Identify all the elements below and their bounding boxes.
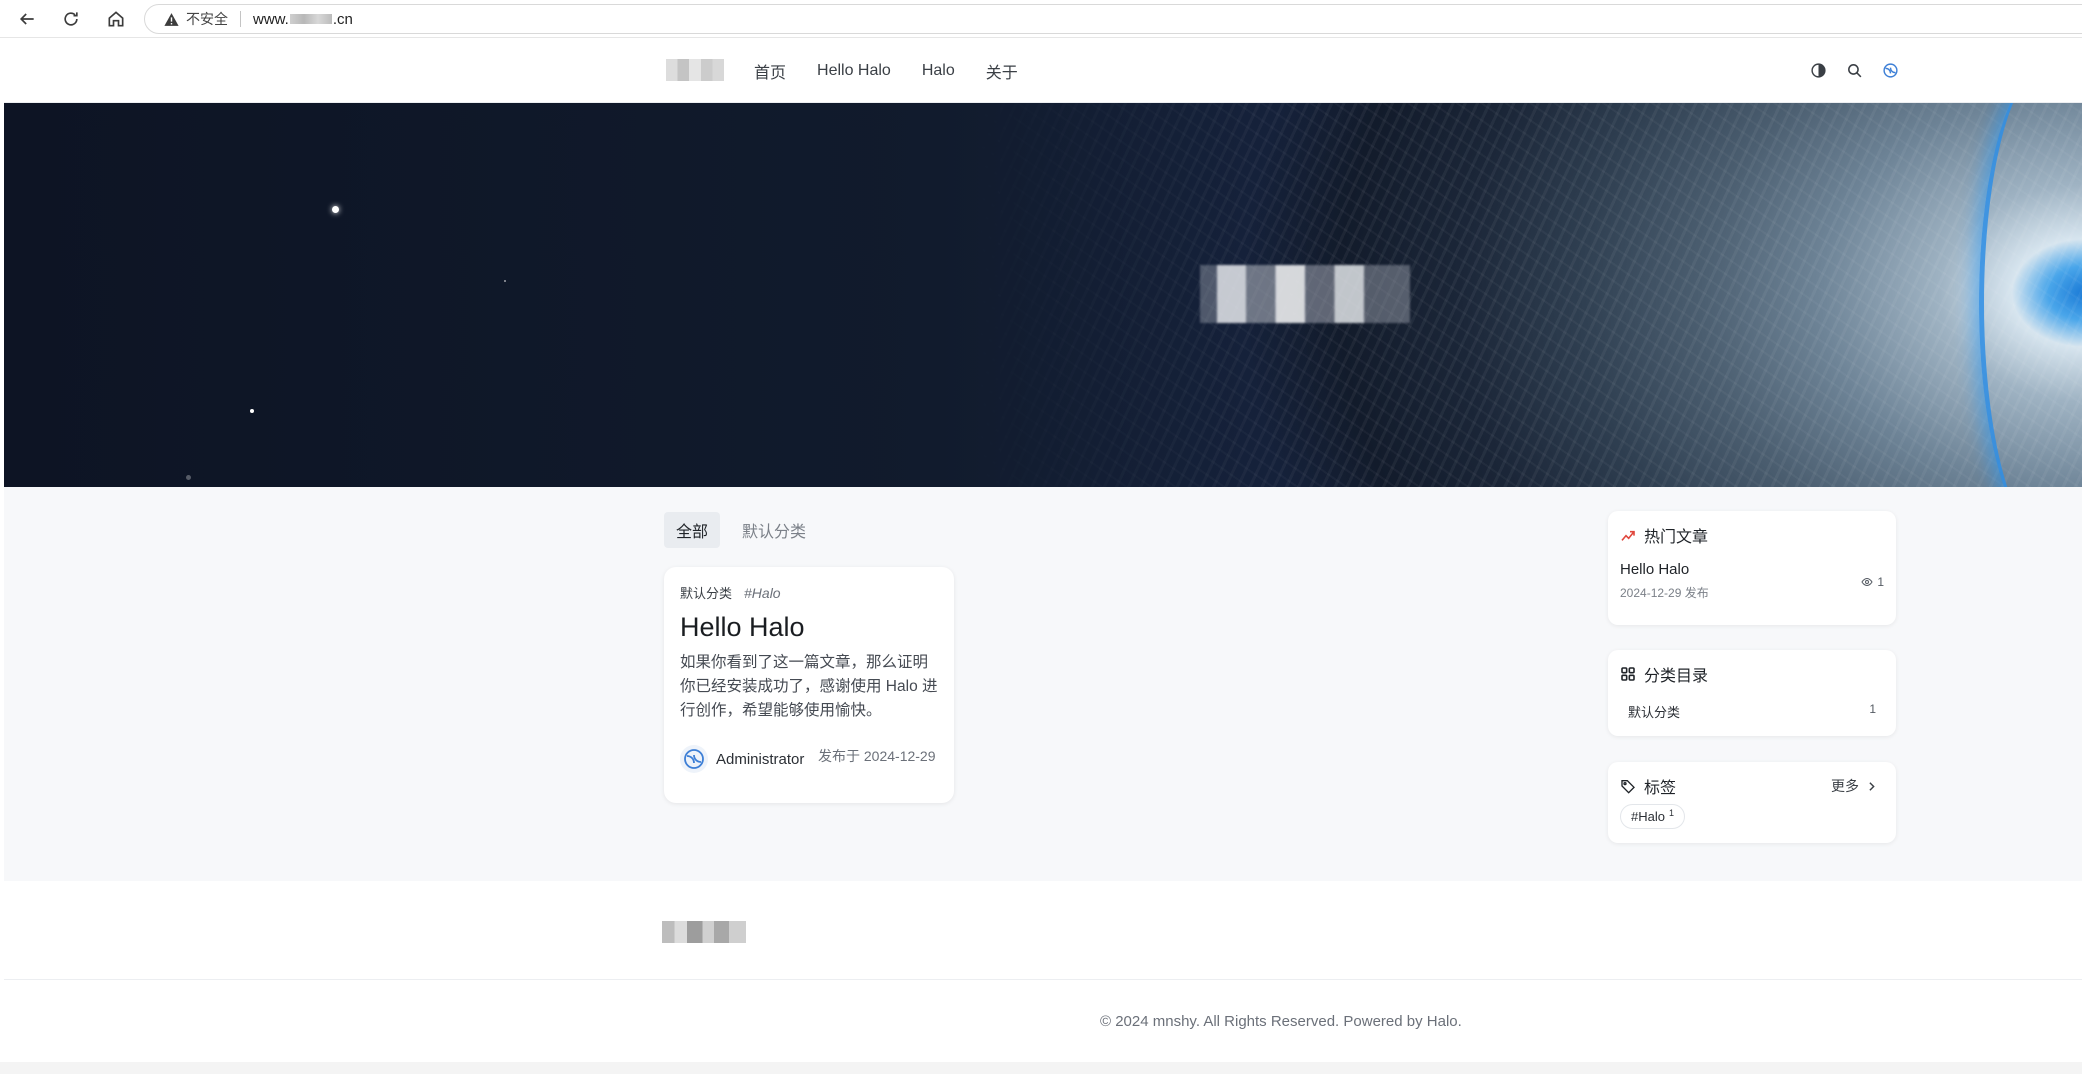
user-button[interactable] xyxy=(1880,59,1900,81)
post-category[interactable]: 默认分类 xyxy=(680,583,732,602)
search-button[interactable] xyxy=(1844,59,1864,81)
tag-chip[interactable]: #Halo 1 xyxy=(1620,804,1685,829)
nav-item-home[interactable]: 首页 xyxy=(754,59,786,83)
search-icon xyxy=(1847,63,1861,77)
site-logo[interactable] xyxy=(666,59,724,81)
tag-count: 1 xyxy=(1668,807,1674,818)
browser-toolbar: 不安全 www. .cn xyxy=(0,0,2082,38)
more-label: 更多 xyxy=(1831,778,1859,794)
star xyxy=(250,409,254,413)
post-meta: 默认分类 #Halo xyxy=(680,583,938,602)
back-button[interactable] xyxy=(12,4,42,34)
arrow-left-icon xyxy=(19,13,34,25)
contrast-icon xyxy=(1810,62,1826,78)
copyright-text: © 2024 mnshy. All Rights Reserved. Power… xyxy=(1100,1013,1462,1030)
widget-title: 热门文章 xyxy=(1644,529,1709,546)
post-date: 发布于 2024-12-29 xyxy=(818,748,936,764)
chevron-right-icon xyxy=(1869,781,1875,791)
url-suffix: .cn xyxy=(332,10,353,28)
header-actions xyxy=(1808,59,1900,81)
main-nav: 首页 Hello Halo Halo 关于 xyxy=(754,39,1049,103)
reload-button[interactable] xyxy=(56,4,86,34)
category-tabs: 全部 默认分类 xyxy=(664,512,818,548)
security-label[interactable]: 不安全 xyxy=(186,9,228,29)
widget-header: 热门文章 xyxy=(1620,523,1708,547)
eye-icon xyxy=(1861,577,1873,587)
reload-icon xyxy=(64,12,78,26)
nav-item-halo[interactable]: Halo xyxy=(922,62,955,80)
earth-texture xyxy=(954,103,2082,487)
nav-item-hello-halo[interactable]: Hello Halo xyxy=(817,62,891,80)
tab-default-category[interactable]: 默认分类 xyxy=(730,512,818,548)
category-item[interactable]: 默认分类 1 xyxy=(1628,702,1876,721)
footer-divider xyxy=(4,979,2082,980)
url-prefix: www. xyxy=(253,10,289,28)
atmosphere-glow xyxy=(1979,103,2082,487)
star xyxy=(504,280,506,282)
category-name: 默认分类 xyxy=(1628,705,1681,720)
star xyxy=(332,206,339,213)
banner-title xyxy=(1200,265,1410,323)
hot-post-date: 2024-12-29 发布 xyxy=(1620,586,1709,600)
avatar xyxy=(680,745,708,773)
home-button[interactable] xyxy=(101,4,131,34)
tag-icon xyxy=(1621,780,1635,794)
widget-title: 分类目录 xyxy=(1644,668,1709,685)
widget-header: 标签 xyxy=(1620,774,1676,798)
address-bar[interactable]: 不安全 www. .cn xyxy=(144,4,2082,34)
post-author[interactable]: Administrator xyxy=(680,745,804,773)
widget-title: 标签 xyxy=(1644,780,1677,797)
halo-logo-icon xyxy=(684,749,704,769)
author-name: Administrator xyxy=(716,750,805,768)
tab-all[interactable]: 全部 xyxy=(664,512,721,548)
hero-banner xyxy=(4,103,2082,487)
categories-widget: 分类目录 默认分类 1 xyxy=(1608,650,1896,736)
tag-name: #Halo xyxy=(1631,809,1665,824)
view-count-value: 1 xyxy=(1877,575,1884,589)
halo-logo-icon xyxy=(1882,62,1898,78)
category-count: 1 xyxy=(1869,702,1876,716)
nav-item-about[interactable]: 关于 xyxy=(986,59,1018,83)
bottom-edge xyxy=(0,1062,2082,1074)
url-redacted xyxy=(289,14,332,24)
site-header: 首页 Hello Halo Halo 关于 xyxy=(4,39,2082,103)
post-excerpt: 如果你看到了这一篇文章，那么证明你已经安装成功了，感谢使用 Halo 进行创作，… xyxy=(680,654,938,719)
trending-icon xyxy=(1621,530,1635,541)
site-footer: © 2024 mnshy. All Rights Reserved. Power… xyxy=(4,881,2082,1074)
grid-icon xyxy=(1621,667,1635,681)
home-icon xyxy=(108,11,124,27)
star xyxy=(186,475,191,480)
tags-widget: 标签 更多 #Halo 1 xyxy=(1608,762,1896,843)
hot-posts-widget: 热门文章 Hello Halo 2024-12-29 发布 1 xyxy=(1608,511,1896,625)
widget-header: 分类目录 xyxy=(1620,662,1708,686)
hot-post-title[interactable]: Hello Halo xyxy=(1620,561,1689,578)
post-title[interactable]: Hello Halo xyxy=(680,612,938,643)
theme-toggle-button[interactable] xyxy=(1808,59,1828,81)
address-divider xyxy=(240,11,241,27)
more-tags-link[interactable]: 更多 xyxy=(1831,776,1878,796)
footer-logo[interactable] xyxy=(662,921,746,943)
post-card[interactable]: 默认分类 #Halo Hello Halo 如果你看到了这一篇文章，那么证明你已… xyxy=(664,567,954,803)
view-count: 1 xyxy=(1861,575,1884,589)
post-tag[interactable]: #Halo xyxy=(744,585,781,601)
warning-icon[interactable] xyxy=(163,11,180,28)
